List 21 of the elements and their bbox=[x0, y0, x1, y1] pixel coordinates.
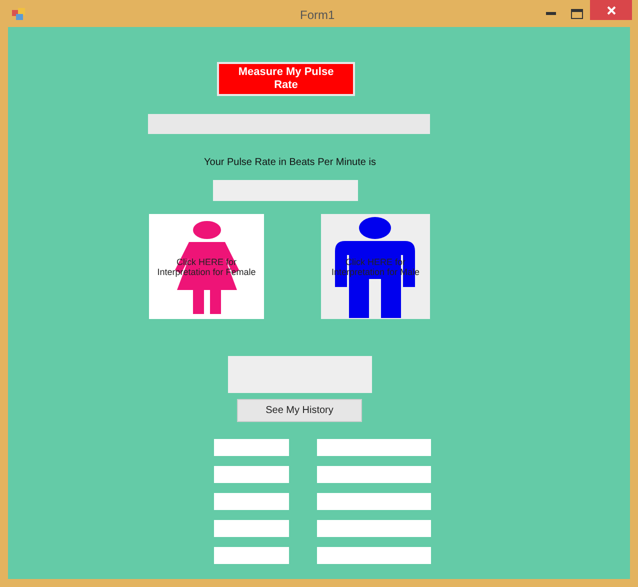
history-value-field[interactable] bbox=[317, 493, 431, 510]
history-value-field[interactable] bbox=[317, 439, 431, 456]
measure-pulse-button[interactable]: Measure My Pulse Rate bbox=[217, 62, 355, 96]
app-icon bbox=[12, 8, 26, 20]
history-date-field[interactable] bbox=[214, 493, 289, 510]
history-value-field[interactable] bbox=[317, 466, 431, 483]
close-icon bbox=[606, 6, 616, 14]
history-date-field[interactable] bbox=[214, 439, 289, 456]
close-button[interactable] bbox=[590, 0, 632, 20]
history-date-field[interactable] bbox=[214, 520, 289, 537]
window-title: Form1 bbox=[300, 7, 335, 24]
pulse-rate-field[interactable] bbox=[213, 180, 358, 201]
see-history-button[interactable]: See My History bbox=[237, 399, 362, 422]
result-label: Your Pulse Rate in Beats Per Minute is bbox=[204, 156, 376, 170]
output-field[interactable] bbox=[228, 356, 372, 393]
maximize-icon bbox=[571, 8, 583, 18]
history-date-field[interactable] bbox=[214, 547, 289, 564]
history-value-field[interactable] bbox=[317, 520, 431, 537]
minimize-icon bbox=[546, 12, 556, 15]
history-value-field[interactable] bbox=[317, 547, 431, 564]
history-date-field[interactable] bbox=[214, 466, 289, 483]
